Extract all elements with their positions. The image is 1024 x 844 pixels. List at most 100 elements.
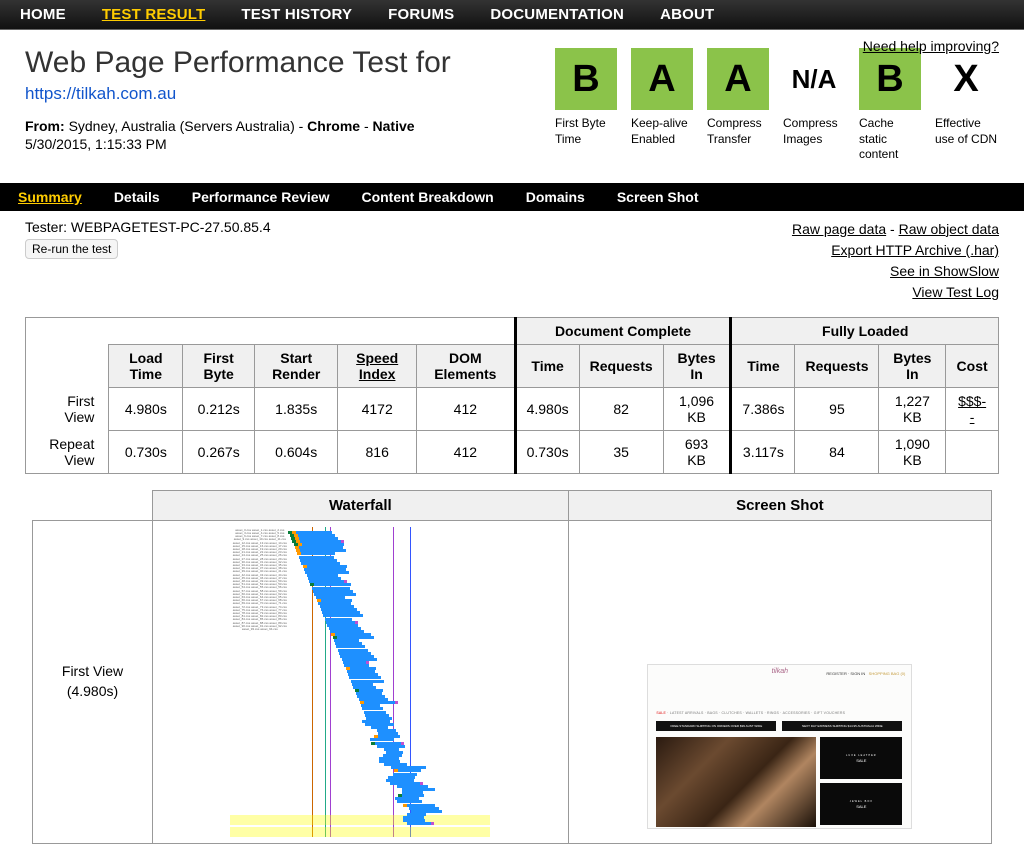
metrics-table: Document Complete Fully Loaded Load Time… bbox=[25, 317, 999, 474]
grade-cdn[interactable]: X Effective use of CDN bbox=[935, 48, 999, 163]
grade-strip: B First Byte Time A Keep-alive Enabled A… bbox=[555, 48, 999, 163]
grade-letter: X bbox=[935, 48, 997, 110]
help-improving-link[interactable]: Need help improving? bbox=[863, 38, 999, 54]
export-har-link[interactable]: Export HTTP Archive (.har) bbox=[831, 242, 999, 258]
col-speed-index[interactable]: Speed Index bbox=[338, 344, 417, 387]
tab-content-breakdown[interactable]: Content Breakdown bbox=[361, 189, 493, 205]
cell-dc-time: 4.980s bbox=[515, 387, 579, 430]
nav-about[interactable]: ABOUT bbox=[660, 6, 714, 23]
cell-dc-requests: 82 bbox=[579, 387, 663, 430]
waterfall-cell[interactable]: asset_0.css asset_1.css asset_2.css asse… bbox=[153, 520, 569, 843]
showslow-link[interactable]: See in ShowSlow bbox=[890, 263, 999, 279]
cell-fl-bytes: 1,227 KB bbox=[879, 387, 946, 430]
site-nav: SALE · LATEST ARRIVALS · BAGS · CLUTCHES… bbox=[656, 711, 845, 715]
col-dc-requests: Requests bbox=[579, 344, 663, 387]
waterfall-screenshot-table: Waterfall Screen Shot First View(4.980s)… bbox=[32, 490, 992, 844]
from-location: Sydney, Australia (Servers Australia) - bbox=[69, 118, 308, 134]
first-view-label-cell: First View (4.980s) bbox=[33, 520, 153, 843]
site-topbar: REGISTER · SIGN IN SHOPPING BAG (0) bbox=[826, 671, 905, 676]
row-label: First View bbox=[26, 387, 109, 430]
nav-documentation[interactable]: DOCUMENTATION bbox=[490, 6, 624, 23]
cell-fl-time: 3.117s bbox=[731, 430, 795, 473]
cell-start-render: 0.604s bbox=[255, 430, 338, 473]
cell-first-byte: 0.267s bbox=[183, 430, 255, 473]
grade-letter: N/A bbox=[783, 48, 845, 110]
cell-dom-elements: 412 bbox=[417, 387, 516, 430]
tab-details[interactable]: Details bbox=[114, 189, 160, 205]
promo-bar-2: NEXT DAY EXPRESS SHIPPING $14.95 AUSTRAL… bbox=[782, 721, 902, 731]
grade-keep-alive[interactable]: A Keep-alive Enabled bbox=[631, 48, 695, 163]
waterfall-chart[interactable]: asset_0.css asset_1.css asset_2.css asse… bbox=[230, 527, 490, 837]
tab-performance-review[interactable]: Performance Review bbox=[192, 189, 330, 205]
cell-fl-requests: 95 bbox=[795, 387, 879, 430]
cell-dc-bytes: 1,096 KB bbox=[663, 387, 731, 430]
grade-compress-transfer[interactable]: A Compress Transfer bbox=[707, 48, 771, 163]
screenshot-thumbnail[interactable]: tilkah REGISTER · SIGN IN SHOPPING BAG (… bbox=[647, 664, 912, 829]
top-nav: HOME TEST RESULT TEST HISTORY FORUMS DOC… bbox=[0, 0, 1024, 30]
cell-speed-index: 816 bbox=[338, 430, 417, 473]
grade-label: Compress Images bbox=[783, 116, 847, 147]
export-links: Raw page data - Raw object data Export H… bbox=[792, 219, 999, 303]
cell-load-time: 4.980s bbox=[109, 387, 183, 430]
cell-fl-bytes: 1,090 KB bbox=[879, 430, 946, 473]
metrics-row-repeat-view: Repeat View 0.730s 0.267s 0.604s 816 412… bbox=[26, 430, 999, 473]
col-dom-elements: DOM Elements bbox=[417, 344, 516, 387]
sale-box-1: LUXE LEATHERSALE bbox=[820, 737, 902, 779]
col-cost: Cost bbox=[946, 344, 999, 387]
cell-dc-bytes: 693 KB bbox=[663, 430, 731, 473]
tab-domains[interactable]: Domains bbox=[526, 189, 585, 205]
view-test-log-link[interactable]: View Test Log bbox=[912, 284, 999, 300]
col-waterfall: Waterfall bbox=[153, 490, 569, 520]
col-dc-bytes: Bytes In bbox=[663, 344, 731, 387]
grade-compress-images[interactable]: N/A Compress Images bbox=[783, 48, 847, 163]
sale-box-2: JEWEL BOXSALE bbox=[820, 783, 902, 825]
sep: - bbox=[360, 118, 372, 134]
grade-label: Keep-alive Enabled bbox=[631, 116, 695, 147]
grade-label: Effective use of CDN bbox=[935, 116, 999, 147]
nav-test-result[interactable]: TEST RESULT bbox=[102, 6, 206, 23]
row-label: Repeat View bbox=[26, 430, 109, 473]
cell-cost bbox=[946, 430, 999, 473]
tester-id: Tester: WEBPAGETEST-PC-27.50.85.4 bbox=[25, 219, 271, 235]
from-browser: Chrome bbox=[307, 118, 360, 134]
metrics-row-first-view: First View 4.980s 0.212s 1.835s 4172 412… bbox=[26, 387, 999, 430]
cell-load-time: 0.730s bbox=[109, 430, 183, 473]
cell-speed-index: 4172 bbox=[338, 387, 417, 430]
grade-letter: B bbox=[555, 48, 617, 110]
nav-home[interactable]: HOME bbox=[20, 6, 66, 23]
tab-summary[interactable]: Summary bbox=[18, 189, 82, 205]
col-group-fully-loaded: Fully Loaded bbox=[731, 317, 999, 344]
cell-dom-elements: 412 bbox=[417, 430, 516, 473]
site-logo: tilkah bbox=[772, 668, 788, 675]
cell-cost[interactable]: $$$-- bbox=[946, 387, 999, 430]
col-fl-bytes: Bytes In bbox=[879, 344, 946, 387]
grade-letter: A bbox=[631, 48, 693, 110]
tab-screenshot[interactable]: Screen Shot bbox=[617, 189, 699, 205]
raw-object-data-link[interactable]: Raw object data bbox=[899, 221, 999, 237]
col-load-time: Load Time bbox=[109, 344, 183, 387]
screenshot-cell[interactable]: tilkah REGISTER · SIGN IN SHOPPING BAG (… bbox=[568, 520, 991, 843]
first-view-name: First View bbox=[62, 663, 123, 679]
tested-url[interactable]: https://tilkah.com.au bbox=[25, 84, 176, 104]
cell-fl-time: 7.386s bbox=[731, 387, 795, 430]
grade-letter: A bbox=[707, 48, 769, 110]
raw-page-data-link[interactable]: Raw page data bbox=[792, 221, 886, 237]
rerun-button[interactable]: Re-run the test bbox=[25, 239, 118, 259]
nav-forums[interactable]: FORUMS bbox=[388, 6, 454, 23]
grade-cache-static[interactable]: B Cache static content bbox=[859, 48, 923, 163]
nav-test-history[interactable]: TEST HISTORY bbox=[241, 6, 352, 23]
grade-first-byte[interactable]: B First Byte Time bbox=[555, 48, 619, 163]
from-connectivity: Native bbox=[373, 118, 415, 134]
col-fl-requests: Requests bbox=[795, 344, 879, 387]
col-start-render: Start Render bbox=[255, 344, 338, 387]
test-timestamp: 5/30/2015, 1:15:33 PM bbox=[25, 136, 451, 152]
cell-dc-time: 0.730s bbox=[515, 430, 579, 473]
first-view-time: (4.980s) bbox=[67, 683, 118, 699]
col-fl-time: Time bbox=[731, 344, 795, 387]
from-line: From: Sydney, Australia (Servers Austral… bbox=[25, 118, 451, 134]
cell-dc-requests: 35 bbox=[579, 430, 663, 473]
from-label: From: bbox=[25, 118, 65, 134]
grade-letter: B bbox=[859, 48, 921, 110]
cell-first-byte: 0.212s bbox=[183, 387, 255, 430]
hero-photo bbox=[656, 737, 816, 827]
